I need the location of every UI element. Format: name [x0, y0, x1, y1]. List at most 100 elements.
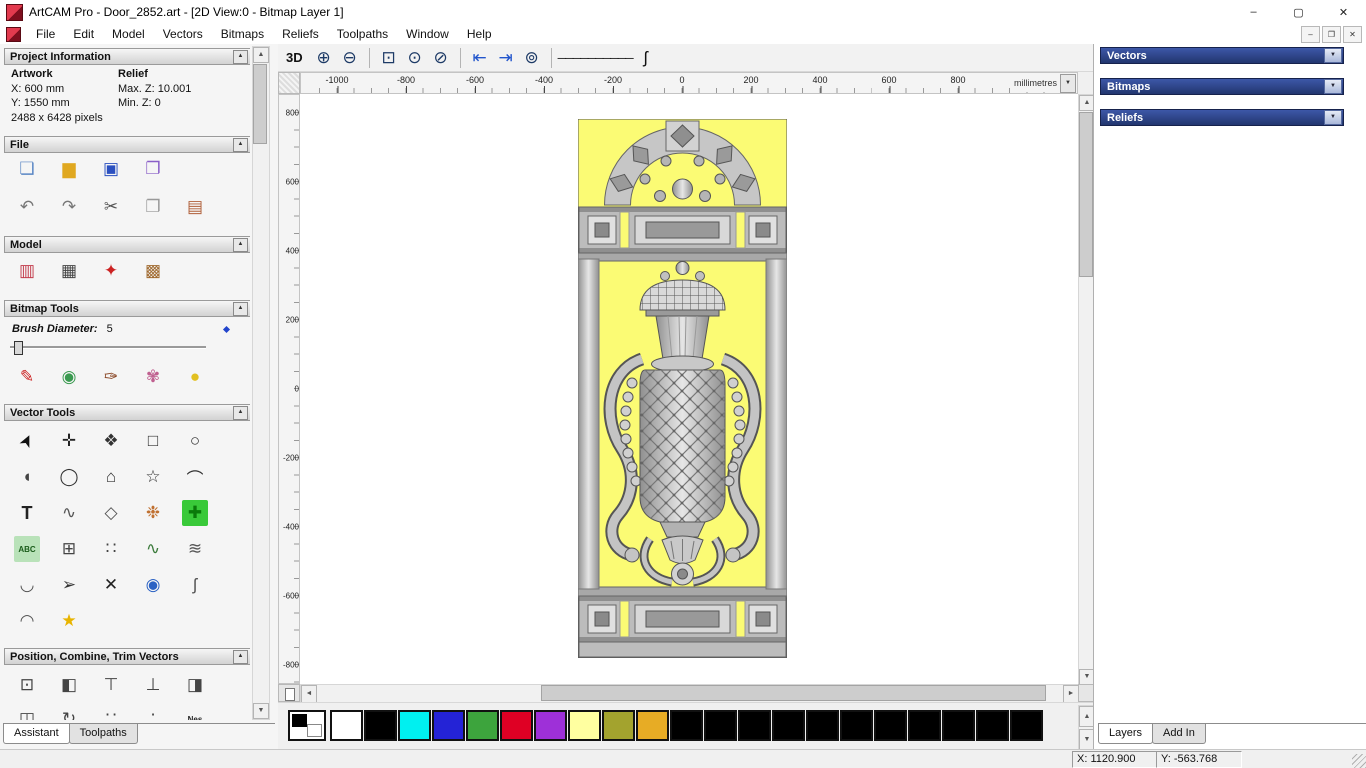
align-right-icon[interactable]: ◨ [182, 672, 208, 698]
palette-colour-8[interactable] [602, 710, 635, 741]
maximize-button[interactable]: ▢ [1276, 0, 1321, 24]
paste-along-curve-icon[interactable]: ∴ [140, 706, 166, 720]
assistant-scrollbar-thumb[interactable] [253, 64, 267, 144]
collapse-vector-tools-button[interactable]: ▲ [233, 405, 248, 420]
canvas-vertical-scrollbar-thumb[interactable] [1079, 112, 1093, 277]
menu-reliefs[interactable]: Reliefs [273, 25, 328, 43]
palette-colour-7[interactable] [568, 710, 601, 741]
menu-file[interactable]: File [27, 25, 64, 43]
menu-toolpaths[interactable]: Toolpaths [328, 25, 397, 43]
palette-colour-0[interactable] [330, 710, 363, 741]
reliefs-panel-header[interactable]: Reliefs ▼ [1100, 109, 1344, 126]
create-freehand-icon[interactable]: ◖ [14, 464, 40, 490]
menu-window[interactable]: Window [397, 25, 458, 43]
zoom-out-icon[interactable]: ⊖ [337, 45, 363, 71]
palette-colour-12[interactable] [738, 710, 771, 741]
resize-grip[interactable] [1352, 754, 1366, 768]
3d-view-button[interactable]: 3D [286, 50, 303, 65]
paste-array-icon[interactable]: ∷ [98, 706, 124, 720]
collapse-model-section-button[interactable]: ▲ [233, 237, 248, 252]
redo-icon[interactable]: ↷ [56, 194, 82, 220]
palette-colour-1[interactable] [364, 710, 397, 741]
minimize-button[interactable]: – [1231, 0, 1276, 24]
bitmaps-dropdown-button[interactable]: ▼ [1324, 79, 1342, 94]
fit-polyline-icon[interactable]: ≋ [182, 536, 208, 562]
curve-style-preview-icon[interactable]: ʃ [633, 45, 659, 71]
create-text-icon[interactable]: T [14, 500, 40, 526]
collapse-position-section-button[interactable]: ▲ [233, 649, 248, 664]
select-vectors-icon[interactable]: ➤ [10, 424, 45, 459]
align-bottom-icon[interactable]: ⊥ [140, 672, 166, 698]
collapse-bitmap-tools-button[interactable]: ▲ [233, 301, 248, 316]
paint-brush-icon[interactable]: ✎ [14, 364, 40, 390]
node-editing-icon[interactable]: ✛ [56, 428, 82, 454]
palette-colour-4[interactable] [466, 710, 499, 741]
tab-toolpaths[interactable]: Toolpaths [68, 724, 138, 744]
zoom-objects-icon[interactable]: ⊙ [402, 45, 428, 71]
grid-tool-icon[interactable]: ⊞ [56, 536, 82, 562]
palette-colour-19[interactable] [976, 710, 1009, 741]
palette-colour-10[interactable] [670, 710, 703, 741]
transform-vectors-icon[interactable]: ❖ [98, 428, 124, 454]
units-dropdown-button[interactable]: ▼ [1060, 73, 1076, 93]
cut-icon[interactable]: ✂ [98, 194, 124, 220]
ruler-origin-box[interactable] [278, 72, 300, 94]
vectors-dropdown-button[interactable]: ▼ [1324, 48, 1342, 63]
canvas-2d-view[interactable] [300, 94, 1078, 684]
palette-colour-14[interactable] [806, 710, 839, 741]
menu-vectors[interactable]: Vectors [154, 25, 212, 43]
mdi-minimize-button[interactable]: – [1301, 25, 1320, 43]
canvas-scroll-right-button[interactable]: ► [1063, 685, 1079, 703]
mdi-close-button[interactable]: ✕ [1343, 25, 1362, 43]
export-model-icon[interactable]: ❐ [140, 156, 166, 182]
fit-curve-icon[interactable]: ∿ [140, 536, 166, 562]
palette-colour-3[interactable] [432, 710, 465, 741]
palette-colour-17[interactable] [908, 710, 941, 741]
palette-colour-5[interactable] [500, 710, 533, 741]
tab-add-in[interactable]: Add In [1152, 724, 1206, 744]
vector-doctor-icon[interactable]: ★ [56, 608, 82, 634]
assistant-scroll-down-button[interactable]: ▼ [253, 703, 269, 719]
offset-vector-icon[interactable]: ➢ [56, 572, 82, 598]
tab-layers[interactable]: Layers [1098, 724, 1154, 744]
assistant-scrollbar[interactable]: ▲ ▼ [252, 46, 270, 720]
pick-colour-icon[interactable]: ✑ [98, 364, 124, 390]
collapse-project-information-button[interactable]: ▲ [233, 49, 248, 64]
zoom-previous-icon[interactable]: ⊚ [519, 45, 545, 71]
greyscale-view-icon[interactable]: ▦ [56, 258, 82, 284]
mirror-vectors-icon[interactable]: ◫ [14, 706, 40, 720]
palette-colour-16[interactable] [874, 710, 907, 741]
join-vectors-icon[interactable]: ◡ [14, 572, 40, 598]
center-in-page-icon[interactable]: ⊡ [14, 672, 40, 698]
line-style-preview[interactable]: ────────── [558, 45, 634, 71]
image-to-relief-icon[interactable]: ▩ [140, 258, 166, 284]
undo-icon[interactable]: ↶ [14, 194, 40, 220]
paste-icon[interactable]: ▤ [182, 194, 208, 220]
light-material-icon[interactable]: ✦ [98, 258, 124, 284]
create-rectangle-icon[interactable]: □ [140, 428, 166, 454]
tab-assistant[interactable]: Assistant [3, 724, 70, 744]
set-model-size-icon[interactable]: ▥ [14, 258, 40, 284]
palette-colour-20[interactable] [1010, 710, 1043, 741]
zoom-1to1-icon[interactable]: ⊘ [428, 45, 454, 71]
create-ellipse-icon[interactable]: ○ [182, 428, 208, 454]
menu-edit[interactable]: Edit [64, 25, 103, 43]
vectors-panel-header[interactable]: Vectors ▼ [1100, 47, 1344, 64]
canvas-scroll-left-button[interactable]: ◄ [301, 685, 317, 703]
block-paste-icon[interactable]: ✚ [182, 500, 208, 526]
next-view-icon[interactable]: ⇥ [493, 45, 519, 71]
collapse-file-section-button[interactable]: ▲ [233, 137, 248, 152]
brush-diameter-slider-thumb[interactable] [14, 341, 23, 355]
two-rail-sweep-icon[interactable]: ʃ [182, 572, 208, 598]
save-model-icon[interactable]: ▣ [98, 156, 124, 182]
current-colours-swatch[interactable] [288, 710, 326, 741]
palette-colour-11[interactable] [704, 710, 737, 741]
menu-help[interactable]: Help [458, 25, 501, 43]
palette-colour-9[interactable] [636, 710, 669, 741]
colour-palette-icon[interactable]: ✾ [140, 364, 166, 390]
canvas-horizontal-scrollbar[interactable]: ◄ ► [300, 684, 1080, 704]
brush-diameter-slider[interactable] [10, 346, 206, 349]
copy-icon[interactable]: ❐ [140, 194, 166, 220]
palette-colour-15[interactable] [840, 710, 873, 741]
palette-colour-6[interactable] [534, 710, 567, 741]
